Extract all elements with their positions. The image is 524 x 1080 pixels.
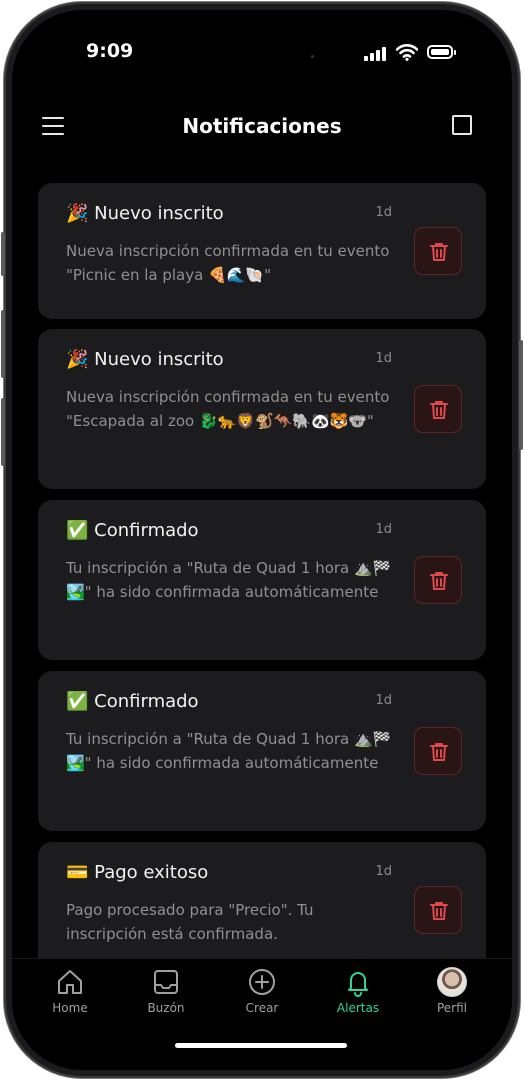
- notification-time: 1d: [375, 522, 392, 537]
- inbox-icon: [154, 970, 178, 994]
- notification-time: 1d: [375, 693, 392, 708]
- notification-emoji: ✅: [66, 691, 89, 712]
- notification-emoji: 💳: [66, 862, 89, 883]
- notification-card[interactable]: 🎉 Nuevo inscrito 1d Nueva inscripción co…: [38, 329, 486, 489]
- tab-label: Buzón: [147, 1001, 185, 1015]
- tab-create[interactable]: Crear: [222, 967, 302, 1015]
- tab-label: Alertas: [336, 1001, 380, 1015]
- notification-heading: 🎉 Nuevo inscrito: [66, 203, 224, 224]
- notification-card[interactable]: ✅ Confirmado 1d Tu inscripción a "Ruta d…: [38, 671, 486, 831]
- notification-title: Nuevo inscrito: [94, 349, 224, 370]
- notification-card[interactable]: 🎉 Nuevo inscrito 1d Nueva inscripción co…: [38, 183, 486, 319]
- trash-icon: [430, 743, 448, 761]
- camera-dot: [311, 55, 314, 58]
- battery-icon: [427, 45, 456, 59]
- notification-heading: 💳 Pago exitoso: [66, 862, 208, 883]
- delete-button[interactable]: [414, 727, 462, 775]
- notification-title: Nuevo inscrito: [94, 203, 224, 224]
- notification-card[interactable]: 💳 Pago exitoso 1d Pago procesado para "P…: [38, 842, 486, 958]
- notification-emoji: 🎉: [66, 203, 89, 224]
- tab-profile[interactable]: Perfil: [412, 967, 492, 1015]
- trash-icon: [430, 572, 448, 590]
- tab-home[interactable]: Home: [30, 967, 110, 1015]
- notification-title: Pago exitoso: [94, 862, 209, 883]
- notification-title: Confirmado: [94, 520, 199, 541]
- delete-button[interactable]: [414, 227, 462, 275]
- page-title: Notificaciones: [182, 114, 342, 138]
- trash-icon: [430, 902, 448, 920]
- notification-title: Confirmado: [94, 691, 199, 712]
- select-all-checkbox[interactable]: [452, 115, 472, 135]
- bell-icon: [348, 972, 368, 997]
- notification-time: 1d: [375, 351, 392, 366]
- cellular-signal-icon: [364, 45, 388, 61]
- notification-message: Pago procesado para "Precio". Tu inscrip…: [66, 901, 314, 943]
- status-time: 9:09: [86, 40, 134, 62]
- wifi-icon: [395, 43, 419, 61]
- notification-message: Tu inscripción a "Ruta de Quad 1 hora ⛰️…: [66, 730, 392, 772]
- tab-label: Crear: [245, 1001, 279, 1015]
- home-indicator: [175, 1043, 347, 1048]
- notification-emoji: 🎉: [66, 349, 89, 370]
- trash-icon: [430, 243, 448, 261]
- home-icon: [58, 970, 82, 994]
- volume-down-button: [1, 398, 5, 466]
- notification-heading: ✅ Confirmado: [66, 691, 199, 712]
- delete-button[interactable]: [414, 886, 462, 934]
- notification-time: 1d: [375, 864, 392, 879]
- tab-bar: Home Buzón Crear Alertas Perfil: [12, 958, 512, 1070]
- notification-message: Tu inscripción a "Ruta de Quad 1 hora ⛰️…: [66, 559, 392, 601]
- delete-button[interactable]: [414, 385, 462, 433]
- trash-icon: [430, 401, 448, 419]
- screen: 9:09 Notificaciones 🎉 Nuevo inscrito 1d …: [12, 10, 512, 1070]
- tab-label: Home: [52, 1001, 88, 1015]
- notification-heading: 🎉 Nuevo inscrito: [66, 349, 224, 370]
- avatar: [437, 967, 467, 997]
- notification-emoji: ✅: [66, 520, 89, 541]
- notification-list[interactable]: 🎉 Nuevo inscrito 1d Nueva inscripción co…: [38, 183, 486, 958]
- plus-circle-icon: [249, 969, 275, 995]
- notification-message: Nueva inscripción confirmada en tu event…: [66, 388, 390, 430]
- tab-alerts[interactable]: Alertas: [318, 967, 398, 1015]
- power-button: [519, 340, 523, 450]
- delete-button[interactable]: [414, 556, 462, 604]
- volume-up-button: [1, 310, 5, 378]
- tab-label: Perfil: [436, 1001, 468, 1015]
- notification-card[interactable]: ✅ Confirmado 1d Tu inscripción a "Ruta d…: [38, 500, 486, 660]
- notification-time: 1d: [375, 205, 392, 220]
- notification-message: Nueva inscripción confirmada en tu event…: [66, 242, 390, 284]
- tab-inbox[interactable]: Buzón: [126, 967, 206, 1015]
- action-button: [1, 232, 5, 276]
- notification-heading: ✅ Confirmado: [66, 520, 199, 541]
